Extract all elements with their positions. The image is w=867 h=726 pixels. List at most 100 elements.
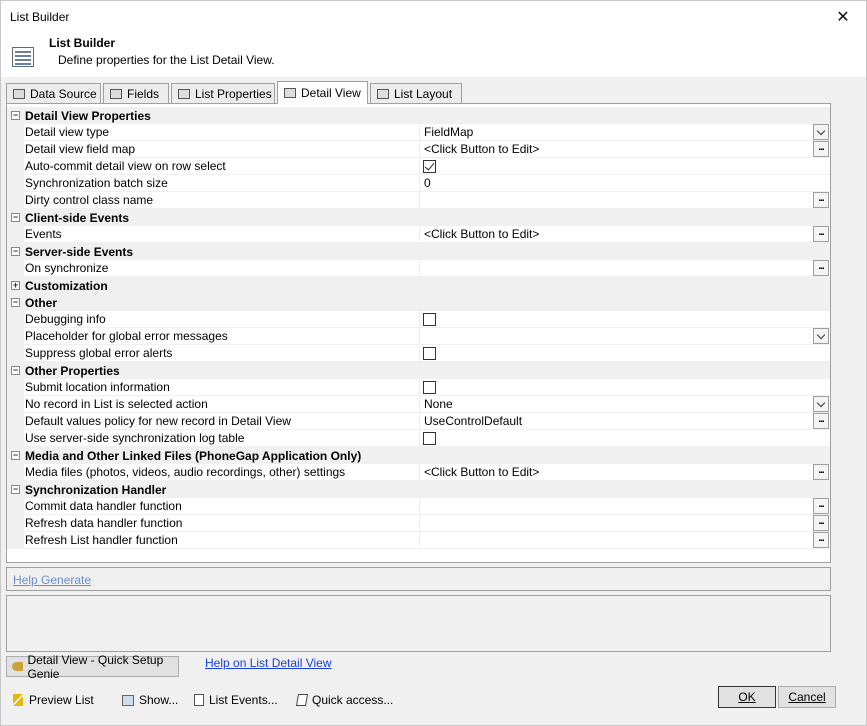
list-events-button[interactable]: List Events... <box>194 691 278 709</box>
property-row[interactable]: Dirty control class name... <box>7 191 830 209</box>
tab-list-properties[interactable]: List Properties <box>171 83 275 103</box>
property-value[interactable] <box>424 515 830 532</box>
property-name: Refresh data handler function <box>24 514 420 532</box>
ellipsis-button[interactable]: ... <box>813 260 829 276</box>
tab-detail-view[interactable]: Detail View <box>277 81 368 104</box>
cancel-button[interactable]: Cancel <box>778 686 836 708</box>
property-value[interactable]: UseControlDefault <box>424 413 830 430</box>
category-row[interactable]: − Media and Other Linked Files (PhoneGap … <box>7 447 830 464</box>
collapse-icon[interactable]: − <box>11 366 20 375</box>
edit-icon <box>295 694 309 706</box>
category-label: Customization <box>25 278 108 293</box>
ellipsis-button[interactable]: ... <box>813 226 829 242</box>
category-row[interactable]: − Detail View Properties <box>7 107 830 124</box>
property-row[interactable]: Default values policy for new record in … <box>7 412 830 430</box>
tab-data-source[interactable]: Data Source <box>6 83 101 103</box>
tab-fields[interactable]: Fields <box>103 83 169 103</box>
property-row[interactable]: Debugging info <box>7 310 830 328</box>
property-row[interactable]: No record in List is selected action None <box>7 395 830 413</box>
property-value[interactable] <box>424 260 830 277</box>
property-value[interactable]: <Click Button to Edit> <box>424 226 830 243</box>
property-checkbox[interactable] <box>423 313 436 326</box>
property-row[interactable]: Placeholder for global error messages <box>7 327 830 345</box>
category-row[interactable]: − Client-side Events <box>7 209 830 226</box>
property-value[interactable] <box>424 192 830 209</box>
category-label: Other <box>25 295 58 310</box>
property-row[interactable]: Commit data handler function... <box>7 497 830 515</box>
tab-label: Detail View <box>301 86 361 100</box>
property-row[interactable]: Media files (photos, videos, audio recor… <box>7 463 830 481</box>
row-margin <box>7 464 24 480</box>
property-row[interactable]: Submit location information <box>7 378 830 396</box>
property-name: On synchronize <box>24 259 420 277</box>
category-row[interactable]: + Customization <box>7 277 830 294</box>
property-row[interactable]: Suppress global error alerts <box>7 344 830 362</box>
chevron-down-icon[interactable] <box>813 328 829 344</box>
chevron-down-icon[interactable] <box>813 124 829 140</box>
ellipsis-button[interactable]: ... <box>813 141 829 157</box>
property-value[interactable] <box>424 532 830 549</box>
collapse-icon[interactable]: − <box>11 451 20 460</box>
property-row[interactable]: On synchronize... <box>7 259 830 277</box>
title-bar: List Builder ✕ <box>1 1 866 32</box>
property-row[interactable]: Auto-commit detail view on row select <box>7 157 830 175</box>
category-row[interactable]: − Synchronization Handler <box>7 481 830 498</box>
row-margin <box>7 430 24 446</box>
property-name: Submit location information <box>24 378 420 396</box>
property-row[interactable]: Use server-side synchronization log tabl… <box>7 429 830 447</box>
fields-icon <box>110 88 122 99</box>
quick-access-button[interactable]: Quick access... <box>295 691 393 709</box>
detail-view-icon <box>284 88 296 98</box>
property-name: Use server-side synchronization log tabl… <box>24 429 420 447</box>
property-value[interactable] <box>424 328 830 345</box>
property-checkbox[interactable] <box>423 432 436 445</box>
property-row[interactable]: Events <Click Button to Edit>... <box>7 225 830 243</box>
property-row[interactable]: Synchronization batch size 0 <box>7 174 830 192</box>
ellipsis-button[interactable]: ... <box>813 498 829 514</box>
row-margin <box>7 515 24 531</box>
property-name: Placeholder for global error messages <box>24 327 420 345</box>
quick-setup-genie-button[interactable]: Detail View - Quick Setup Genie <box>6 653 179 681</box>
property-value[interactable]: 0 <box>424 175 830 192</box>
database-icon <box>13 88 25 99</box>
list-events-label: List Events... <box>209 693 278 707</box>
chevron-down-icon[interactable] <box>813 396 829 412</box>
header-subtitle: Define properties for the List Detail Vi… <box>58 53 275 67</box>
ellipsis-button[interactable]: ... <box>813 515 829 531</box>
ok-button[interactable]: OK <box>718 686 776 708</box>
collapse-icon[interactable]: − <box>11 111 20 120</box>
help-generate-link[interactable]: Help Generate <box>13 573 91 587</box>
property-row[interactable]: Refresh List handler function... <box>7 531 830 549</box>
expand-icon[interactable]: + <box>11 281 20 290</box>
close-button[interactable]: ✕ <box>820 1 866 32</box>
category-row[interactable]: − Other <box>7 294 830 311</box>
category-label: Synchronization Handler <box>25 482 167 497</box>
collapse-icon[interactable]: − <box>11 485 20 494</box>
tab-label: Fields <box>127 86 160 101</box>
preview-list-button[interactable]: Preview List <box>13 691 94 709</box>
help-detail-view-link[interactable]: Help on List Detail View <box>205 656 332 670</box>
property-value[interactable]: None <box>424 396 830 413</box>
collapse-icon[interactable]: − <box>11 213 20 222</box>
collapse-icon[interactable]: − <box>11 247 20 256</box>
ellipsis-button[interactable]: ... <box>813 413 829 429</box>
property-value[interactable] <box>424 498 830 515</box>
header-panel: List Builder Define properties for the L… <box>1 32 866 77</box>
property-row[interactable]: Refresh data handler function... <box>7 514 830 532</box>
property-checkbox[interactable] <box>423 381 436 394</box>
property-checkbox[interactable] <box>423 160 436 173</box>
collapse-icon[interactable]: − <box>11 298 20 307</box>
property-row[interactable]: Detail view type FieldMap <box>7 123 830 141</box>
tab-list-layout[interactable]: List Layout <box>370 83 462 103</box>
property-value[interactable]: <Click Button to Edit> <box>424 141 830 158</box>
property-value[interactable]: <Click Button to Edit> <box>424 464 830 481</box>
show-button[interactable]: Show... <box>122 691 178 709</box>
ellipsis-button[interactable]: ... <box>813 464 829 480</box>
ellipsis-button[interactable]: ... <box>813 192 829 208</box>
ellipsis-button[interactable]: ... <box>813 532 829 548</box>
category-row[interactable]: − Server-side Events <box>7 243 830 260</box>
property-value[interactable]: FieldMap <box>424 124 830 141</box>
property-row[interactable]: Detail view field map <Click Button to Ed… <box>7 140 830 158</box>
category-row[interactable]: − Other Properties <box>7 362 830 379</box>
property-checkbox[interactable] <box>423 347 436 360</box>
